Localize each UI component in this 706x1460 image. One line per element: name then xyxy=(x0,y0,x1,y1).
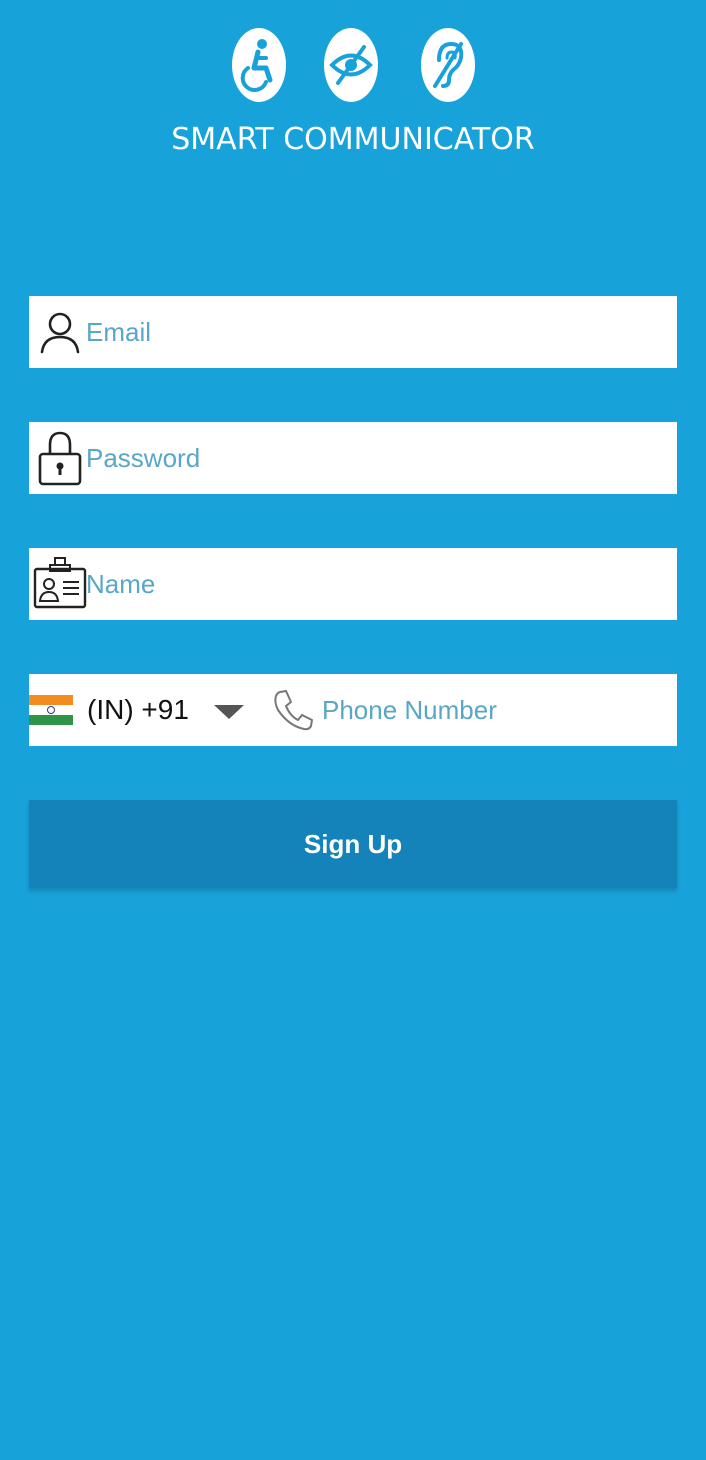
accessible-wheelchair-icon xyxy=(232,28,286,102)
password-input[interactable] xyxy=(86,422,666,494)
india-flag-icon[interactable] xyxy=(29,695,73,725)
hearing-impaired-icon xyxy=(421,28,475,102)
name-field[interactable] xyxy=(29,548,677,620)
lock-icon xyxy=(33,430,87,486)
caret-down-icon[interactable] xyxy=(214,705,244,719)
low-vision-icon xyxy=(324,28,378,102)
name-input[interactable] xyxy=(86,548,666,620)
logo-row xyxy=(0,28,706,104)
phone-input[interactable] xyxy=(322,674,662,746)
user-icon xyxy=(33,304,87,360)
phone-field[interactable]: (IN) +91 xyxy=(29,674,677,746)
id-card-icon xyxy=(33,556,87,612)
phone-icon xyxy=(271,688,315,732)
password-field[interactable] xyxy=(29,422,677,494)
email-field[interactable] xyxy=(29,296,677,368)
sign-up-button[interactable]: Sign Up xyxy=(29,800,677,888)
email-input[interactable] xyxy=(86,296,666,368)
app-title: SMART COMMUNICATOR xyxy=(171,122,535,157)
country-code-selector[interactable]: (IN) +91 xyxy=(87,674,189,746)
